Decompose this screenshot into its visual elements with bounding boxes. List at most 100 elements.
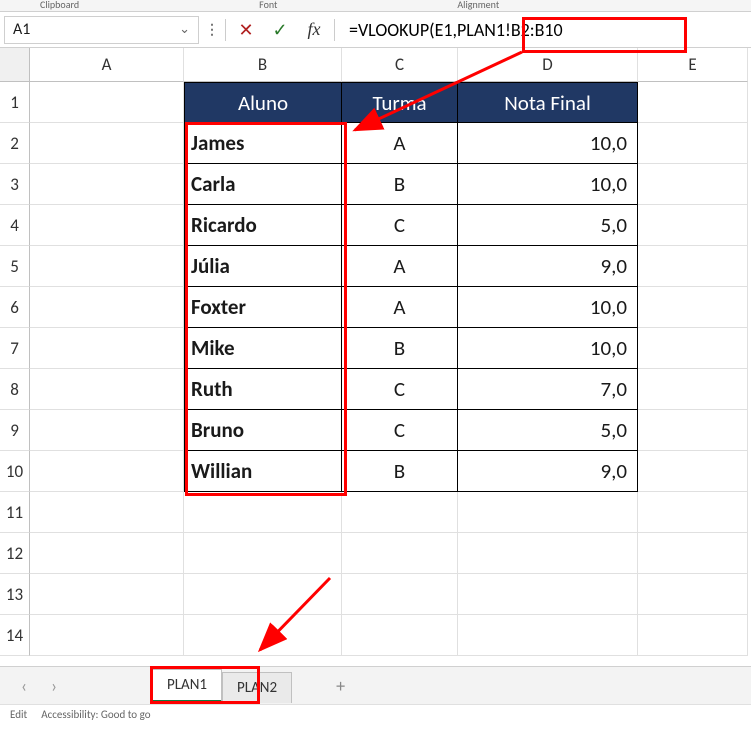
cell[interactable] xyxy=(638,287,748,328)
cell-aluno[interactable]: Willian xyxy=(184,451,342,492)
row-header[interactable]: 9 xyxy=(0,410,30,451)
cell-nota[interactable]: 10,0 xyxy=(458,328,638,369)
cell-aluno[interactable]: Ruth xyxy=(184,369,342,410)
cell[interactable] xyxy=(638,533,748,574)
cell[interactable] xyxy=(638,205,748,246)
header-turma[interactable]: Turma xyxy=(342,82,458,123)
cell-aluno[interactable]: Ricardo xyxy=(184,205,342,246)
cell[interactable] xyxy=(458,574,638,615)
cell-aluno[interactable]: Carla xyxy=(184,164,342,205)
cell-nota[interactable]: 9,0 xyxy=(458,451,638,492)
sheet-tab-plan1[interactable]: PLAN1 xyxy=(152,669,222,703)
chevron-down-icon[interactable]: ⌄ xyxy=(179,22,190,37)
confirm-icon[interactable]: ✓ xyxy=(266,16,294,44)
row-header[interactable]: 14 xyxy=(0,615,30,656)
cell-turma[interactable]: C xyxy=(342,369,458,410)
cell[interactable] xyxy=(638,574,748,615)
header-nota[interactable]: Nota Final xyxy=(458,82,638,123)
cell-turma[interactable]: B xyxy=(342,328,458,369)
cell[interactable] xyxy=(458,492,638,533)
column-header[interactable]: C xyxy=(342,48,458,82)
cell[interactable] xyxy=(342,492,458,533)
cell[interactable] xyxy=(30,82,184,123)
row-header[interactable]: 10 xyxy=(0,451,30,492)
row-header[interactable]: 6 xyxy=(0,287,30,328)
cell-turma[interactable]: A xyxy=(342,123,458,164)
tab-prev-icon[interactable]: ‹ xyxy=(12,675,36,697)
cell[interactable] xyxy=(30,451,184,492)
cell[interactable] xyxy=(30,328,184,369)
cell[interactable] xyxy=(184,574,342,615)
cell-aluno[interactable]: Foxter xyxy=(184,287,342,328)
column-header[interactable]: E xyxy=(638,48,748,82)
row-header[interactable]: 8 xyxy=(0,369,30,410)
column-header[interactable]: B xyxy=(184,48,342,82)
cell-nota[interactable]: 7,0 xyxy=(458,369,638,410)
cell[interactable] xyxy=(342,574,458,615)
fx-icon[interactable]: fx xyxy=(300,16,328,44)
cell[interactable] xyxy=(30,492,184,533)
cell[interactable] xyxy=(30,246,184,287)
cell[interactable] xyxy=(638,451,748,492)
cell[interactable] xyxy=(638,246,748,287)
row-header[interactable]: 12 xyxy=(0,533,30,574)
cell[interactable] xyxy=(638,615,748,656)
cell[interactable] xyxy=(342,533,458,574)
vertical-dots-icon[interactable]: ⋮ xyxy=(205,21,219,38)
cell-aluno[interactable]: Bruno xyxy=(184,410,342,451)
row-header[interactable]: 2 xyxy=(0,123,30,164)
cell-aluno[interactable]: Júlia xyxy=(184,246,342,287)
cell-turma[interactable]: C xyxy=(342,205,458,246)
cell-turma[interactable]: B xyxy=(342,451,458,492)
column-header[interactable]: D xyxy=(458,48,638,82)
name-box[interactable]: A1 ⌄ xyxy=(4,16,199,44)
formula-input[interactable] xyxy=(341,16,747,44)
cell[interactable] xyxy=(30,205,184,246)
row-header[interactable]: 1 xyxy=(0,82,30,123)
cell-aluno[interactable]: James xyxy=(184,123,342,164)
tab-next-icon[interactable]: › xyxy=(42,675,66,697)
cell[interactable] xyxy=(30,410,184,451)
cell[interactable] xyxy=(458,615,638,656)
cell[interactable] xyxy=(184,492,342,533)
cell-turma[interactable]: A xyxy=(342,287,458,328)
cell[interactable] xyxy=(638,164,748,205)
row-header[interactable]: 4 xyxy=(0,205,30,246)
cell-turma[interactable]: B xyxy=(342,164,458,205)
cell-nota[interactable]: 9,0 xyxy=(458,246,638,287)
cancel-icon[interactable]: ✕ xyxy=(232,16,260,44)
row-header[interactable]: 3 xyxy=(0,164,30,205)
add-sheet-icon[interactable]: + xyxy=(328,671,353,701)
cell[interactable] xyxy=(638,492,748,533)
cell[interactable] xyxy=(30,164,184,205)
cell-nota[interactable]: 10,0 xyxy=(458,164,638,205)
row-header[interactable]: 13 xyxy=(0,574,30,615)
cell[interactable] xyxy=(458,533,638,574)
cell-aluno[interactable]: Mike xyxy=(184,328,342,369)
cell[interactable] xyxy=(638,123,748,164)
row-header[interactable]: 11 xyxy=(0,492,30,533)
cell[interactable] xyxy=(30,574,184,615)
row-header[interactable]: 7 xyxy=(0,328,30,369)
row-header[interactable]: 5 xyxy=(0,246,30,287)
cell[interactable] xyxy=(638,328,748,369)
cell-nota[interactable]: 10,0 xyxy=(458,287,638,328)
sheet-tab-plan2[interactable]: PLAN2 xyxy=(222,672,292,703)
cell-nota[interactable]: 5,0 xyxy=(458,410,638,451)
cell[interactable] xyxy=(638,369,748,410)
cell[interactable] xyxy=(30,123,184,164)
cell[interactable] xyxy=(342,615,458,656)
select-all-corner[interactable] xyxy=(0,48,30,82)
cell[interactable] xyxy=(30,615,184,656)
cell[interactable] xyxy=(30,287,184,328)
cell[interactable] xyxy=(184,533,342,574)
header-aluno[interactable]: Aluno xyxy=(184,82,342,123)
cell-nota[interactable]: 10,0 xyxy=(458,123,638,164)
cell-turma[interactable]: C xyxy=(342,410,458,451)
cell[interactable] xyxy=(184,615,342,656)
cell[interactable] xyxy=(30,369,184,410)
cell-turma[interactable]: A xyxy=(342,246,458,287)
cell[interactable] xyxy=(638,82,748,123)
cell[interactable] xyxy=(638,410,748,451)
column-header[interactable]: A xyxy=(30,48,184,82)
